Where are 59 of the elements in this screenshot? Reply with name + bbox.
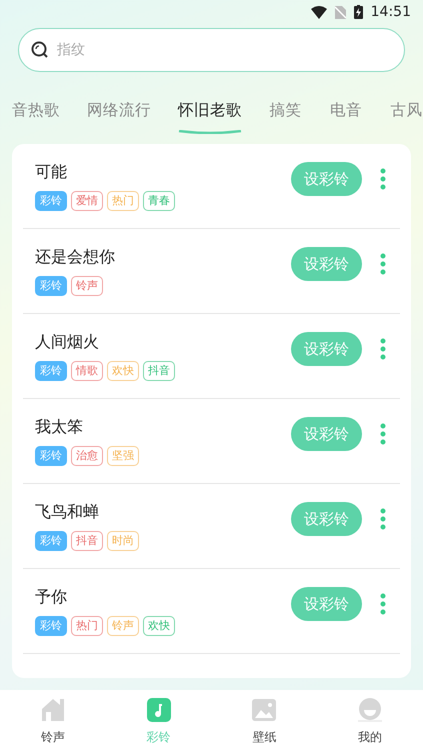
tag: 情歌 — [71, 360, 103, 380]
song-title: 可能 — [35, 162, 68, 182]
tag: 欢快 — [107, 360, 139, 380]
category-tab[interactable]: 网络流行 — [87, 100, 151, 134]
set-ringback-button[interactable]: 设彩铃 — [291, 417, 362, 451]
song-title: 还是会想你 — [35, 246, 116, 268]
more-icon[interactable] — [380, 423, 386, 445]
tag: 青春 — [143, 190, 175, 210]
clock-time: 14:51 — [370, 4, 411, 20]
song-title: 飞鸟和蝉 — [35, 502, 100, 522]
tag: 铃声 — [107, 616, 139, 636]
more-icon[interactable] — [380, 168, 386, 190]
more-icon[interactable] — [380, 253, 386, 275]
set-ringback-button[interactable]: 设彩铃 — [291, 502, 362, 536]
category-tab[interactable]: 古风 — [390, 100, 423, 134]
set-ringback-button[interactable]: 设彩铃 — [291, 587, 362, 621]
nav-tab[interactable]: 壁纸 — [234, 697, 294, 746]
tag: 彩铃 — [35, 360, 67, 380]
more-icon[interactable] — [380, 508, 386, 530]
wifi-icon — [310, 6, 327, 18]
tag: 抖音 — [143, 360, 175, 380]
song-title: 予你 — [35, 586, 68, 608]
set-ringback-button[interactable]: 设彩铃 — [291, 162, 362, 196]
music-note-icon — [146, 697, 172, 723]
tag: 欢快 — [143, 616, 175, 636]
more-icon[interactable] — [380, 338, 386, 360]
song-title: 人间烟火 — [35, 332, 100, 352]
tag: 彩铃 — [35, 276, 67, 296]
category-tab[interactable]: 怀旧老歌 — [178, 100, 242, 134]
tag: 爱情 — [71, 190, 103, 210]
nav-tab[interactable]: 铃声 — [22, 697, 83, 746]
tag: 热门 — [71, 616, 103, 636]
tag: 铃声 — [71, 276, 103, 296]
more-icon[interactable] — [380, 593, 386, 615]
tag: 坚强 — [107, 446, 139, 466]
image-icon — [251, 697, 278, 723]
tag: 彩铃 — [35, 616, 67, 636]
no-sim-icon — [334, 6, 346, 18]
face-icon — [357, 697, 384, 723]
category-tab[interactable]: 电音 — [329, 100, 363, 134]
set-ringback-button[interactable]: 设彩铃 — [291, 247, 362, 281]
search-field[interactable]: 指纹 — [18, 28, 405, 72]
category-tab[interactable]: 音热歌 — [12, 100, 60, 134]
battery-charging-icon — [354, 5, 363, 19]
nav-tab[interactable]: 彩铃 — [128, 697, 189, 746]
category-tab[interactable]: 搞笑 — [269, 100, 302, 134]
search-icon — [30, 40, 50, 60]
tag: 治愈 — [71, 446, 103, 466]
tag: 抖音 — [71, 530, 103, 550]
set-ringback-button[interactable]: 设彩铃 — [291, 332, 362, 366]
tag: 时尚 — [107, 530, 139, 550]
tag: 彩铃 — [35, 190, 67, 210]
tab-underline — [178, 130, 242, 134]
song-title: 我太笨 — [35, 416, 84, 438]
tag: 彩铃 — [35, 446, 67, 466]
tag: 彩铃 — [35, 530, 67, 550]
house-icon — [40, 697, 66, 723]
nav-tab[interactable]: 我的 — [340, 697, 400, 746]
tag: 热门 — [107, 190, 139, 210]
